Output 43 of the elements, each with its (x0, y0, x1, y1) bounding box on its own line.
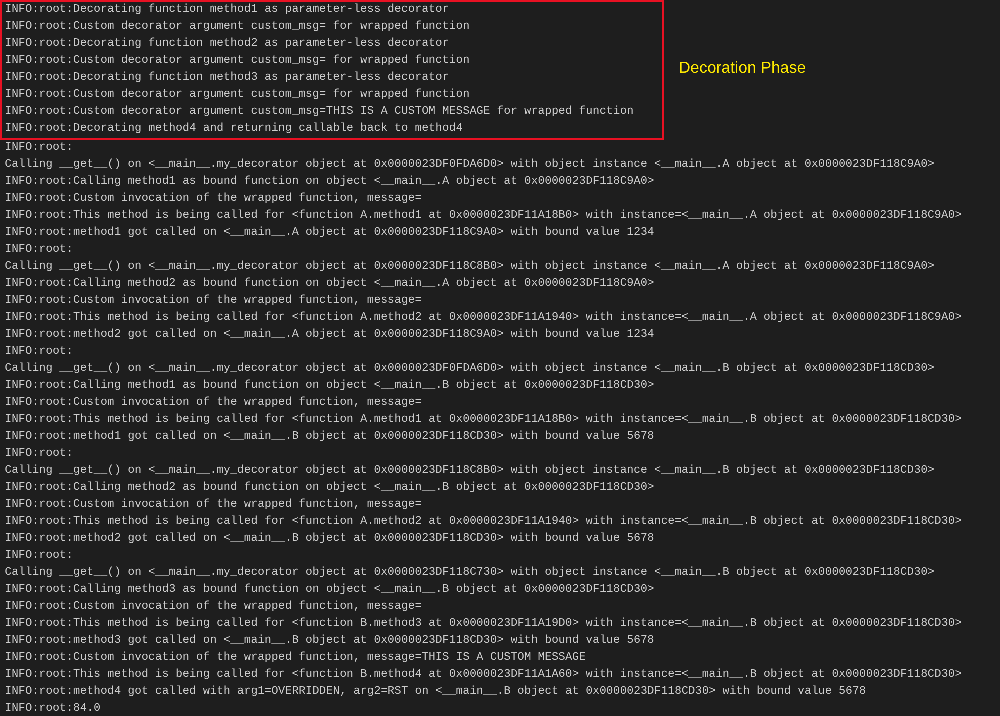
log-line: INFO:root:This method is being called for <function B.method3 at 0x0000023DF11A19D0> with instance=<__main__.B object at 0x0000023DF118CD30> (5, 616, 963, 632)
log-line: INFO:root:This method is being called for <function B.method4 at 0x0000023DF11A1A60> with instance=<__main__.B object at 0x0000023DF118CD30> (5, 668, 963, 683)
log-line: INFO:root:This method is being called for <function A.method2 at 0x0000023DF11A1940> with instance=<__main__.A object at 0x0000023DF118C9A0> (5, 310, 963, 326)
log-line: INFO:root:Calling method2 as bound function on object <__main__.B object at 0x0000023DF118CD30> (5, 480, 656, 496)
log-line: INFO:root: (5, 141, 74, 156)
log-line: INFO:root: (5, 447, 74, 462)
log-line: INFO:root:Custom invocation of the wrapped function, message= (5, 294, 423, 309)
log-line: INFO:root: (5, 243, 74, 258)
log-line: INFO:root:method4 got called with arg1=OVERRIDDEN, arg2=RST on <__main__.B object at 0x0000023DF118CD30> with bound value 5678 (5, 684, 868, 700)
log-line: INFO:root:Decorating function method2 as parameter-less decorator (5, 36, 450, 52)
log-line: INFO:root:method1 got called on <__main__.B object at 0x0000023DF118CD30> with bound value 5678 (5, 430, 656, 445)
log-line: INFO:root:Calling method1 as bound function on object <__main__.B object at 0x0000023DF118CD30> (5, 378, 656, 394)
log-line: INFO:root:method1 got called on <__main__.A object at 0x0000023DF118C9A0> with bound value 1234 (5, 226, 656, 241)
log-line: INFO:root:Decorating method4 and returning callable back to method4 (5, 122, 464, 137)
log-line: INFO:root:This method is being called for <function A.method2 at 0x0000023DF11A1940> with instance=<__main__.B object at 0x0000023DF118CD30> (5, 514, 963, 530)
log-line: INFO:root:Custom invocation of the wrapped function, message= (5, 498, 423, 513)
log-line: Calling __get__() on <__main__.my_decorator object at 0x0000023DF118C8B0> with object instance <__main__.A object at 0x0000023DF118C9A0> (5, 260, 936, 275)
log-line: INFO:root:Custom decorator argument custom_msg= for wrapped function (5, 20, 471, 35)
log-line: INFO:root:Custom decorator argument custom_msg= for wrapped function (5, 88, 471, 103)
log-line: INFO:root:84.0 (5, 702, 102, 716)
log-line: Calling __get__() on <__main__.my_decorator object at 0x0000023DF0FDA6D0> with object instance <__main__.B object at 0x0000023DF118CD30> (5, 362, 936, 377)
log-line: INFO:root: (5, 549, 74, 564)
log-line: INFO:root:Custom invocation of the wrapped function, message= (5, 600, 423, 615)
log-line: INFO:root:Calling method2 as bound function on object <__main__.A object at 0x0000023DF118C9A0> (5, 276, 656, 292)
log-line: INFO:root:method2 got called on <__main__.B object at 0x0000023DF118CD30> with bound value 5678 (5, 532, 656, 547)
log-line: Calling __get__() on <__main__.my_decorator object at 0x0000023DF118C8B0> with object instance <__main__.B object at 0x0000023DF118CD30> (5, 464, 936, 479)
log-line: INFO:root:method2 got called on <__main__.A object at 0x0000023DF118C9A0> with bound value 1234 (5, 328, 656, 343)
log-line: INFO:root:Decorating function method1 as parameter-less decorator (5, 2, 450, 18)
log-line: INFO:root:This method is being called for <function A.method1 at 0x0000023DF11A18B0> with instance=<__main__.A object at 0x0000023DF118C9A0> (5, 208, 963, 224)
log-line: INFO:root:Custom invocation of the wrapped function, message= (5, 396, 423, 411)
log-line: INFO:root:method3 got called on <__main__.B object at 0x0000023DF118CD30> with bound value 5678 (5, 634, 656, 649)
log-line: INFO:root:Custom decorator argument custom_msg=THIS IS A CUSTOM MESSAGE for wrapped function (5, 104, 635, 120)
log-line: INFO:root:Custom decorator argument custom_msg= for wrapped function (5, 54, 471, 69)
log-line: Calling __get__() on <__main__.my_decorator object at 0x0000023DF118C730> with object instance <__main__.B object at 0x0000023DF118CD30> (5, 566, 936, 581)
log-line: INFO:root:Custom invocation of the wrapped function, message= (5, 192, 423, 207)
log-line: INFO:root:Calling method3 as bound function on object <__main__.B object at 0x0000023DF118CD30> (5, 582, 656, 598)
log-line: INFO:root:Decorating function method3 as parameter-less decorator (5, 70, 450, 86)
log-line: INFO:root:Custom invocation of the wrapped function, message=THIS IS A CUSTOM MESSAGE (5, 650, 588, 666)
log-line: INFO:root:Calling method1 as bound function on object <__main__.A object at 0x0000023DF118C9A0> (5, 174, 656, 190)
log-line: Calling __get__() on <__main__.my_decorator object at 0x0000023DF0FDA6D0> with object instance <__main__.A object at 0x0000023DF118C9A0> (5, 158, 936, 173)
log-line: INFO:root: (5, 345, 74, 360)
annotation-label: Decoration Phase (679, 59, 806, 79)
log-line: INFO:root:This method is being called for <function A.method1 at 0x0000023DF11A18B0> with instance=<__main__.B object at 0x0000023DF118CD30> (5, 412, 963, 428)
